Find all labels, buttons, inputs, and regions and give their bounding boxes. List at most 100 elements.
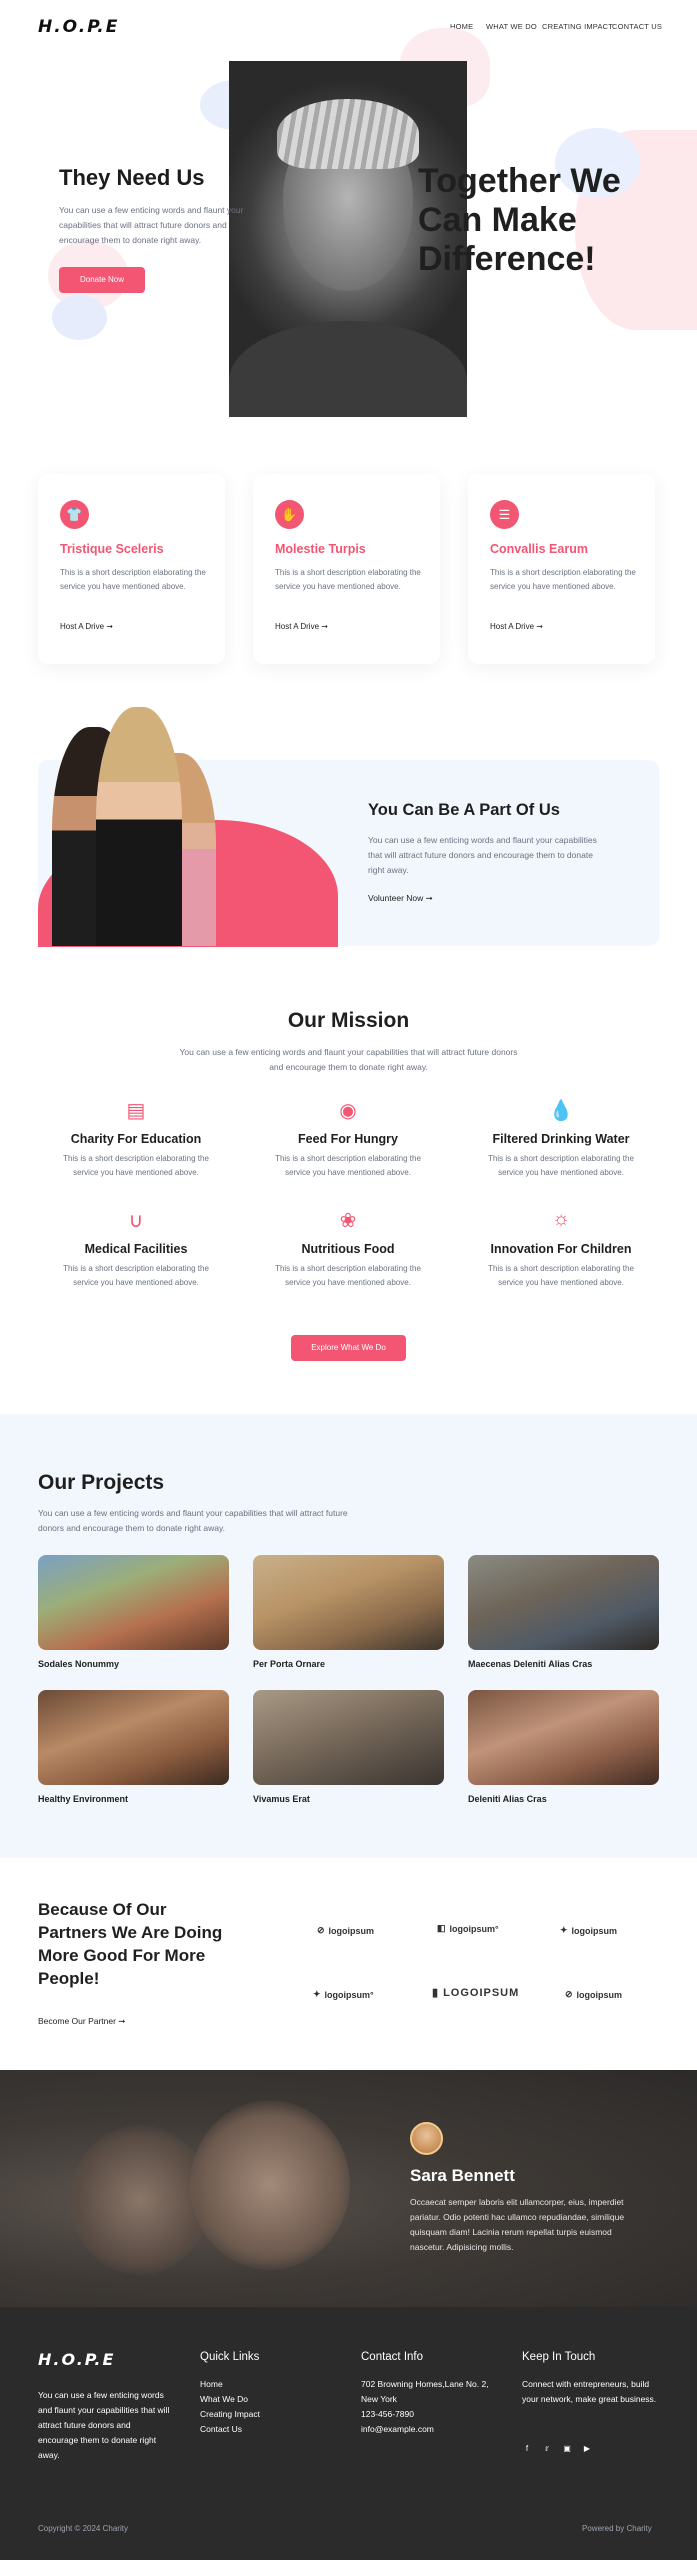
- project-image[interactable]: [253, 1690, 444, 1785]
- project-image[interactable]: [38, 1690, 229, 1785]
- partner-logo[interactable]: ⊘ logoipsum: [565, 1989, 622, 2000]
- avatar: [410, 2122, 443, 2155]
- project-image[interactable]: [38, 1555, 229, 1650]
- project-image[interactable]: [468, 1690, 659, 1785]
- partner-logo[interactable]: ✦ logoipsum: [560, 1925, 617, 1936]
- mission-item-title: Innovation For Children: [490, 1242, 632, 1256]
- mission-item: ▤ Charity For Education This is a short …: [36, 1098, 236, 1180]
- mission-title: Our Mission: [287, 1009, 410, 1032]
- broccoli-icon: ❀: [339, 1210, 357, 1232]
- contact-info-title: Contact Info: [361, 2351, 424, 2363]
- powered-by: Powered by Charity: [582, 2524, 652, 2533]
- site-logo[interactable]: H.O.P.E: [38, 17, 119, 37]
- partner-logo[interactable]: ✦ logoipsum°: [313, 1989, 374, 2000]
- mission-text: You can use a few enticing words and fla…: [179, 1047, 518, 1072]
- project-title[interactable]: Healthy Environment: [38, 1794, 128, 1804]
- project-title[interactable]: Sodales Nonummy: [38, 1659, 119, 1669]
- mission-item-title: Medical Facilities: [84, 1242, 188, 1256]
- mission-item: ∪ Medical Facilities This is a short des…: [36, 1208, 236, 1290]
- logo-mark-icon: ▮: [432, 1987, 440, 1999]
- hero-right-title: Together We Can Make Difference!: [418, 162, 621, 278]
- card-title: Molestie Turpis: [275, 542, 366, 556]
- keep-in-touch-title: Keep In Touch: [522, 2351, 596, 2363]
- footer-link-home[interactable]: Home: [200, 2377, 260, 2392]
- card-title: Tristique Sceleris: [60, 542, 164, 556]
- water-drop-icon: 💧: [548, 1100, 574, 1122]
- project-image[interactable]: [468, 1555, 659, 1650]
- youtube-icon[interactable]: ▶: [582, 2444, 592, 2453]
- service-card: ☰ Convallis Earum This is a short descri…: [468, 474, 655, 664]
- footer-link-contact-us[interactable]: Contact Us: [200, 2422, 260, 2437]
- footer-address: 702 Browning Homes,Lane No. 2, New York: [361, 2379, 489, 2404]
- stethoscope-icon: ∪: [128, 1210, 144, 1232]
- mission-item-title: Nutritious Food: [301, 1242, 395, 1256]
- card-text: This is a short description elaborating …: [275, 568, 421, 591]
- instagram-icon[interactable]: ▣: [562, 2444, 572, 2453]
- book-icon: ▤: [126, 1100, 146, 1122]
- quick-links: Home What We Do Creating Impact Contact …: [200, 2377, 260, 2437]
- footer-link-creating-impact[interactable]: Creating Impact: [200, 2407, 260, 2422]
- project-title[interactable]: Per Porta Ornare: [253, 1659, 325, 1669]
- shirt-icon: 👕: [60, 500, 89, 529]
- project-image[interactable]: [253, 1555, 444, 1650]
- card-text: This is a short description elaborating …: [60, 568, 206, 591]
- lightbulb-icon: ☼: [551, 1208, 571, 1230]
- service-card: 👕 Tristique Sceleris This is a short des…: [38, 474, 225, 664]
- mission-item-text: This is a short description elaborating …: [488, 1154, 634, 1177]
- become-partner-link[interactable]: Become Our Partner ➞: [38, 2016, 125, 2027]
- logo-mark-icon: ✦: [313, 1989, 321, 1999]
- project-title[interactable]: Maecenas Deleniti Alias Cras: [468, 1659, 592, 1669]
- logo-mark-icon: ⊘: [565, 1989, 573, 1999]
- facebook-icon[interactable]: f: [522, 2444, 532, 2453]
- partner-logo[interactable]: ◧ logoipsum°: [437, 1923, 499, 1934]
- project-title[interactable]: Vivamus Erat: [253, 1794, 310, 1804]
- partner-logo[interactable]: ⊘ logoipsum: [317, 1925, 374, 1936]
- mission-item: ◉ Feed For Hungry This is a short descri…: [248, 1098, 448, 1180]
- hand-icon: ✋: [275, 500, 304, 529]
- card-link[interactable]: Host A Drive ➞: [60, 622, 113, 631]
- nav-creating-impact[interactable]: CREATING IMPACT: [542, 22, 613, 31]
- card-link[interactable]: Host A Drive ➞: [275, 622, 328, 631]
- footer-phone[interactable]: 123-456-7890: [361, 2407, 501, 2422]
- nav-what-we-do[interactable]: WHAT WE DO: [486, 22, 537, 31]
- logo-mark-icon: ◧: [437, 1923, 446, 1933]
- twitter-icon[interactable]: 𝕣: [542, 2444, 552, 2453]
- hero-left-title: They Need Us: [59, 165, 205, 190]
- testimonial-name: Sara Bennett: [410, 2166, 515, 2185]
- list-icon: ☰: [490, 500, 519, 529]
- footer-email[interactable]: info@example.com: [361, 2422, 501, 2437]
- logo-mark-icon: ⊘: [317, 1925, 325, 1935]
- mission-item-text: This is a short description elaborating …: [63, 1264, 209, 1287]
- mission-item-title: Filtered Drinking Water: [492, 1132, 630, 1146]
- footer-logo[interactable]: H.O.P.E: [38, 2350, 115, 2369]
- mission-item-title: Feed For Hungry: [297, 1132, 398, 1146]
- contact-info: 702 Browning Homes,Lane No. 2, New York …: [361, 2377, 501, 2437]
- donate-now-button[interactable]: Donate Now: [59, 267, 145, 293]
- mission-item-title: Charity For Education: [70, 1132, 202, 1146]
- partners-title: Because Of Our Partners We Are Doing Mor…: [38, 1900, 223, 1988]
- logo-mark-icon: ✦: [560, 1925, 568, 1935]
- footer-about: You can use a few enticing words and fla…: [38, 2390, 170, 2460]
- food-bowl-icon: ◉: [339, 1100, 357, 1122]
- project-title[interactable]: Deleniti Alias Cras: [468, 1794, 547, 1804]
- card-link[interactable]: Host A Drive ➞: [490, 622, 543, 631]
- projects-text: You can use a few enticing words and fla…: [38, 1508, 348, 1533]
- hero-blob: [52, 295, 107, 340]
- nav-contact-us[interactable]: CONTACT US: [612, 22, 662, 31]
- mission-item: ❀ Nutritious Food This is a short descri…: [248, 1208, 448, 1290]
- explore-what-we-do-button[interactable]: Explore What We Do: [291, 1335, 406, 1361]
- card-title: Convallis Earum: [490, 542, 588, 556]
- card-text: This is a short description elaborating …: [490, 568, 636, 591]
- footer-link-what-we-do[interactable]: What We Do: [200, 2392, 260, 2407]
- keep-in-touch-text: Connect with entrepreneurs, build your n…: [522, 2379, 657, 2404]
- volunteer-title: You Can Be A Part Of Us: [368, 801, 560, 819]
- volunteer-now-link[interactable]: Volunteer Now ➞: [368, 893, 433, 904]
- partner-logo[interactable]: ▮ LOGOIPSUM: [432, 1986, 519, 2000]
- mission-item-text: This is a short description elaborating …: [275, 1154, 421, 1177]
- social-links: f 𝕣 ▣ ▶: [522, 2438, 602, 2456]
- projects-title: Our Projects: [38, 1471, 165, 1494]
- quick-links-title: Quick Links: [200, 2351, 260, 2363]
- mission-item: ☼ Innovation For Children This is a shor…: [461, 1208, 661, 1290]
- volunteer-text: You can use a few enticing words and fla…: [368, 835, 597, 875]
- testimonial-text: Occaecat semper laboris elit ullamcorper…: [410, 2197, 625, 2252]
